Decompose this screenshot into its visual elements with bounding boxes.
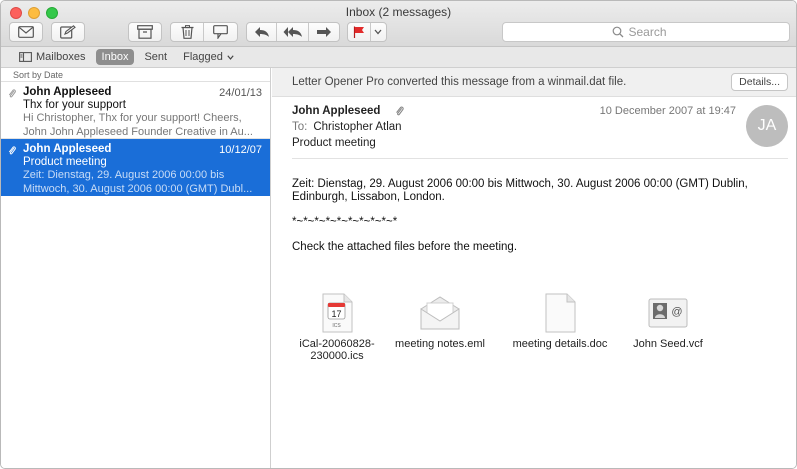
flag-segment [347,22,387,42]
title-bar: Inbox (2 messages) [1,1,796,47]
message-preview: John John Appleseed Founder Creative in … [23,126,253,138]
junk-button[interactable] [204,23,237,41]
avatar: JA [746,105,788,147]
message-preview: Zeit: Dienstag, 29. August 2006 00:00 bi… [23,169,225,181]
message-preview: Mittwoch, 30. August 2006 00:00 (GMT) Du… [23,183,253,195]
inbox-favorite[interactable]: Inbox [95,49,135,65]
attachment-name: meeting notes.eml [395,338,485,350]
thumbs-down-icon [213,25,228,39]
compose-icon [60,25,76,39]
header-recipient: To: Christopher Atlan [292,121,402,133]
to-label: To: [292,121,308,133]
archive-button[interactable] [128,22,162,42]
message-subject: Thx for your support [23,99,126,111]
message-list: Sort by Date John Appleseed 24/01/13 Thx… [1,68,271,468]
attachment-ics[interactable]: 17 ICS iCal-20060828- 230000.ics [292,293,382,362]
compose-button[interactable] [51,22,85,42]
forward-icon [316,27,331,37]
file-type-label: ICS [332,323,341,329]
reply-button[interactable] [247,23,278,41]
message-preview: Hi Christopher, Thx for your support! Ch… [23,112,242,124]
message-header: John Appleseed To: Christopher Atlan Prod… [292,97,788,159]
message-list-item-selected[interactable]: John Appleseed 10/12/07 Product meeting … [1,139,270,196]
calendar-icon: 17 ICS [322,293,353,333]
sent-label: Sent [144,51,168,63]
attachment-name: iCal-20060828- [299,338,375,350]
header-sender[interactable]: John Appleseed [292,105,380,117]
get-mail-button[interactable] [9,22,43,42]
reply-all-icon [283,27,302,37]
search-input[interactable] [628,25,681,39]
body-paragraph: Zeit: Dienstag, 29. August 2006 00:00 bi… [292,178,748,203]
document-icon [545,293,576,333]
details-button[interactable]: Details... [731,73,788,91]
message-body: Zeit: Dienstag, 29. August 2006 00:00 bi… [292,178,782,266]
favorites-bar: Mailboxes Inbox Sent Flagged [1,47,796,68]
recipient-name[interactable]: Christopher Atlan [313,121,401,133]
attachment-name: meeting details.doc [512,338,608,350]
message-date: 10/12/07 [219,144,262,156]
vcard-icon: @ [648,298,688,328]
message-date: 24/01/13 [219,87,262,99]
body-paragraph: *~*~*~*~*~*~*~*~*~* [292,216,398,228]
reply-icon [254,27,269,37]
archive-icon [137,25,153,39]
message-subject: Product meeting [23,156,107,168]
body-paragraph: Check the attached files before the meet… [292,241,518,253]
header-subject: Product meeting [292,137,376,149]
conversion-banner: Letter Opener Pro converted this message… [272,68,796,97]
sent-favorite[interactable]: Sent [138,49,173,65]
window-title: Inbox (2 messages) [345,5,452,19]
attachment-vcf[interactable]: @ John Seed.vcf [626,293,710,350]
header-date: 10 December 2007 at 19:47 [599,105,736,117]
attachment-eml[interactable]: meeting notes.eml [392,293,488,350]
reply-segment [246,22,340,42]
flagged-favorite[interactable]: Flagged [177,49,240,65]
trash-icon [181,25,193,39]
chevron-down-icon [374,29,382,35]
sort-by-date-button[interactable]: Sort by Date [1,68,270,82]
forward-button[interactable] [309,23,339,41]
flag-icon [353,26,364,38]
attachment-name: 230000.ics [310,350,364,362]
chevron-down-icon [227,54,234,60]
paperclip-icon [8,146,16,155]
svg-text:@: @ [671,306,682,318]
envelope-icon [18,26,34,38]
paperclip-icon [8,89,16,98]
calendar-day: 17 [331,309,341,319]
inbox-label: Inbox [101,51,129,63]
flag-button[interactable] [348,23,371,41]
paperclip-icon[interactable] [395,105,404,117]
attachment-name: John Seed.vcf [633,338,703,350]
sidebar-icon [19,52,32,62]
mailboxes-label: Mailboxes [36,51,86,63]
message-list-item[interactable]: John Appleseed 24/01/13 Thx for your sup… [1,82,270,139]
search-icon [612,26,623,38]
reply-all-button[interactable] [277,23,309,41]
mail-window: Inbox (2 messages) Search Mailboxes Inbo… [0,0,797,469]
flagged-label: Flagged [183,51,223,63]
flag-menu-button[interactable] [371,23,386,41]
attachment-doc[interactable]: meeting details.doc [508,293,612,350]
attachments: 17 ICS iCal-20060828- 230000.ics meeting… [272,293,796,373]
delete-button[interactable] [171,23,205,41]
reading-pane: Letter Opener Pro converted this message… [272,68,796,468]
banner-text: Letter Opener Pro converted this message… [292,76,627,88]
delete-junk-segment [170,22,238,42]
mailboxes-button[interactable]: Mailboxes [13,49,92,65]
search-field[interactable] [502,22,790,42]
envelope-icon [420,296,460,330]
